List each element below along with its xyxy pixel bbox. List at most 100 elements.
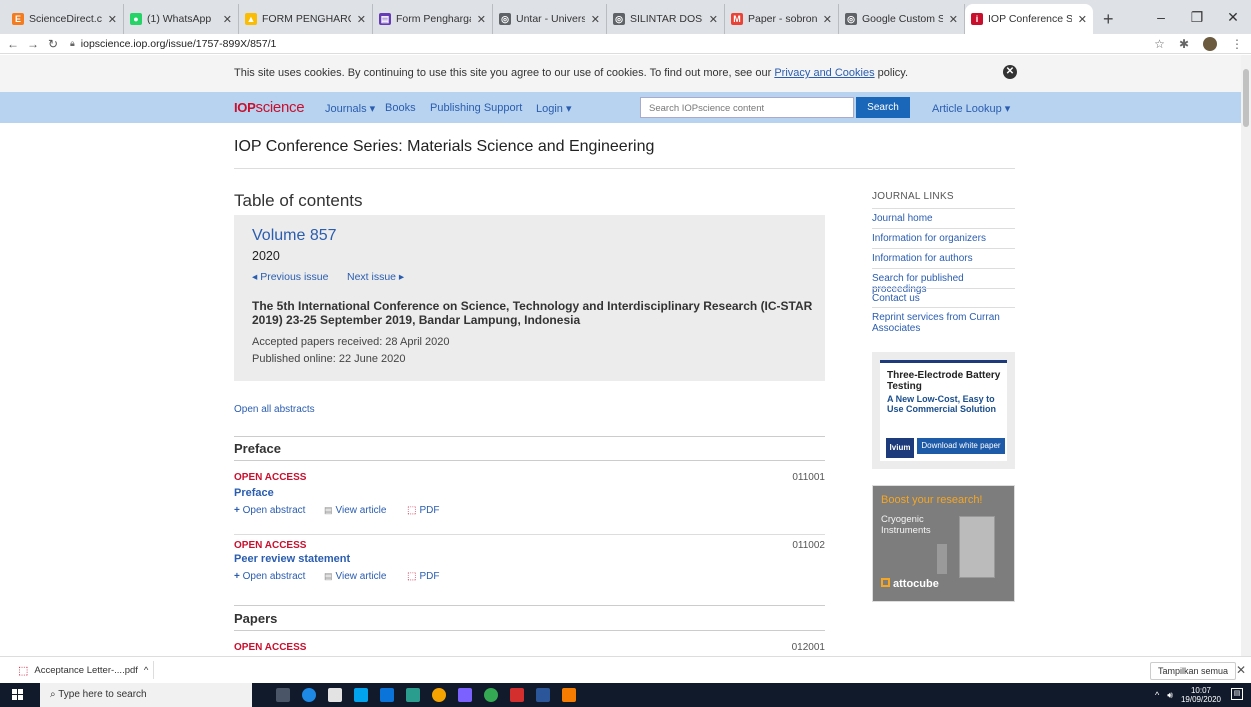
browser-tab[interactable]: ● (1) WhatsApp ✕ bbox=[124, 4, 239, 34]
teams-icon[interactable] bbox=[458, 688, 472, 702]
page-scrollbar[interactable] bbox=[1241, 55, 1251, 656]
view-article-link[interactable]: ▤ View article bbox=[324, 505, 407, 516]
sidebar-link-reprint[interactable]: Reprint services from Curran Associates bbox=[872, 307, 1015, 334]
browser-tab-strip: EScienceDirect.com | Sci✕●(1) WhatsApp✕▲… bbox=[0, 0, 1251, 34]
search-button[interactable]: Search bbox=[856, 97, 910, 118]
article-title[interactable]: Peer review statement bbox=[234, 553, 350, 565]
system-tray: ^ 🔊︎ 10:07 19/09/2020 bbox=[1155, 686, 1221, 704]
search-input[interactable]: Search IOPscience content bbox=[640, 97, 854, 118]
url-text: iopscience.iop.org/issue/1757-899X/857/1 bbox=[80, 37, 277, 50]
notification-icon[interactable]: ▤ bbox=[1231, 688, 1243, 700]
tab-close-icon[interactable]: ✕ bbox=[823, 13, 832, 26]
tab-close-icon[interactable]: ✕ bbox=[709, 13, 718, 26]
app-icon[interactable] bbox=[406, 688, 420, 702]
volume-icon[interactable]: 🔊︎ bbox=[1167, 690, 1173, 701]
tab-close-icon[interactable]: ✕ bbox=[108, 13, 117, 26]
browser-tab[interactable]: ◎ Google Custom Search ✕ bbox=[839, 4, 965, 34]
minimize-button[interactable]: – bbox=[1143, 9, 1179, 25]
edge-icon[interactable] bbox=[302, 688, 316, 702]
store-icon[interactable] bbox=[328, 688, 342, 702]
acrobat-icon[interactable] bbox=[510, 688, 524, 702]
reload-icon[interactable]: ↻ bbox=[46, 37, 60, 51]
clock-time: 10:07 bbox=[1190, 686, 1211, 695]
tab-close-icon[interactable]: ✕ bbox=[1078, 13, 1087, 26]
url-field[interactable]: 🔒︎ iopscience.iop.org/issue/1757-899X/85… bbox=[70, 38, 276, 50]
cookie-close-icon[interactable]: ✕ bbox=[1003, 65, 1017, 79]
iopscience-logo[interactable]: IOPscience bbox=[234, 99, 305, 116]
taskbar-search-input[interactable]: ⌕ Type here to search bbox=[40, 683, 252, 707]
browser-tab[interactable]: E ScienceDirect.com | Sci ✕ bbox=[6, 4, 124, 34]
mail-icon[interactable] bbox=[380, 688, 394, 702]
app-icon[interactable] bbox=[432, 688, 446, 702]
show-all-downloads-button[interactable]: Tampilkan semua bbox=[1150, 662, 1237, 680]
download-item[interactable]: ⬚ Acceptance Letter-....pdf ^ bbox=[18, 664, 148, 677]
volume-year: 2020 bbox=[252, 249, 280, 263]
tab-close-icon[interactable]: ✕ bbox=[477, 13, 486, 26]
open-abstract-link[interactable]: + Open abstract bbox=[234, 505, 324, 516]
chrome-icon[interactable] bbox=[484, 688, 498, 702]
browser-tab[interactable]: ▲ FORM PENGHARGAAN ✕ bbox=[239, 4, 373, 34]
sidebar-link-organizers[interactable]: Information for organizers bbox=[872, 228, 1015, 244]
publishing-support-link[interactable]: Publishing Support bbox=[430, 102, 522, 114]
scrollbar-thumb[interactable] bbox=[1243, 69, 1249, 127]
browser-tab[interactable]: ▤ Form Penghargaan Bid ✕ bbox=[373, 4, 493, 34]
sidebar-link-journal-home[interactable]: Journal home bbox=[872, 208, 1015, 224]
close-downloads-icon[interactable]: ✕ bbox=[1236, 663, 1246, 677]
word-icon[interactable] bbox=[536, 688, 550, 702]
tab-label: Google Custom Search bbox=[862, 13, 943, 25]
bookmark-star-icon[interactable]: ☆ bbox=[1154, 37, 1165, 51]
windows-taskbar: ⌕ Type here to search ^ 🔊︎ 10:07 19/09/2… bbox=[0, 683, 1251, 707]
profile-avatar[interactable] bbox=[1203, 37, 1217, 51]
download-white-paper-button[interactable]: Download white paper bbox=[917, 438, 1005, 454]
view-article-link[interactable]: ▤ View article bbox=[324, 571, 407, 582]
previous-issue-link[interactable]: ◂ Previous issue bbox=[252, 271, 328, 283]
browser-tab[interactable]: ◎ SILINTAR DOSEN ✕ bbox=[607, 4, 725, 34]
login-menu[interactable]: Login ▾ bbox=[536, 102, 572, 115]
pdf-link[interactable]: ⬚ PDF bbox=[407, 571, 439, 582]
journals-menu[interactable]: Journals ▾ bbox=[325, 102, 375, 115]
privacy-cookies-link[interactable]: Privacy and Cookies bbox=[774, 67, 874, 79]
volume-title[interactable]: Volume 857 bbox=[252, 227, 337, 245]
clock[interactable]: 10:07 19/09/2020 bbox=[1181, 686, 1221, 704]
tab-close-icon[interactable]: ✕ bbox=[357, 13, 366, 26]
tab-close-icon[interactable]: ✕ bbox=[591, 13, 600, 26]
app-l-icon[interactable] bbox=[354, 688, 368, 702]
close-window-button[interactable]: ✕ bbox=[1215, 9, 1251, 26]
instrument-image bbox=[959, 516, 995, 578]
section-divider bbox=[234, 605, 825, 606]
sidebar-link-authors[interactable]: Information for authors bbox=[872, 248, 1015, 264]
article-title[interactable]: Preface bbox=[234, 487, 274, 499]
article-lookup-menu[interactable]: Article Lookup ▾ bbox=[932, 102, 1010, 115]
browser-tab[interactable]: ◎ Untar - Universitas Taru ✕ bbox=[493, 4, 607, 34]
forward-icon[interactable]: → bbox=[26, 37, 40, 51]
ad-battery-testing[interactable]: Three-Electrode Battery Testing A New Lo… bbox=[872, 352, 1015, 469]
instrument-part-image bbox=[937, 544, 947, 574]
open-all-abstracts-link[interactable]: Open all abstracts bbox=[234, 404, 315, 415]
app-icon[interactable] bbox=[562, 688, 576, 702]
sidebar-link-contact[interactable]: Contact us bbox=[872, 288, 1015, 304]
back-icon[interactable]: ← bbox=[6, 37, 20, 51]
open-abstract-link[interactable]: + Open abstract bbox=[234, 571, 324, 582]
article-code: 012001 bbox=[791, 642, 825, 653]
browser-tab[interactable]: M Paper - sobronl@ft.unt ✕ bbox=[725, 4, 839, 34]
tab-label: SILINTAR DOSEN bbox=[630, 13, 703, 25]
next-issue-link[interactable]: Next issue ▸ bbox=[347, 271, 404, 283]
journal-title[interactable]: IOP Conference Series: Materials Science… bbox=[234, 138, 654, 156]
extensions-icon[interactable]: ✱ bbox=[1179, 37, 1189, 51]
chevron-up-icon[interactable]: ^ bbox=[1155, 690, 1159, 700]
chevron-up-icon[interactable]: ^ bbox=[144, 665, 148, 676]
maximize-button[interactable]: ❐ bbox=[1179, 9, 1215, 26]
ad-attocube[interactable]: Boost your research! Cryogenic Instrumen… bbox=[872, 485, 1015, 602]
window-controls: – ❐ ✕ bbox=[1143, 0, 1251, 34]
new-tab-button[interactable]: + bbox=[1093, 4, 1124, 34]
tab-close-icon[interactable]: ✕ bbox=[223, 13, 232, 26]
browser-tab[interactable]: i IOP Conference Series ✕ bbox=[965, 4, 1093, 34]
task-view-icon[interactable] bbox=[276, 688, 290, 702]
books-link[interactable]: Books bbox=[385, 102, 416, 114]
open-access-badge: OPEN ACCESS bbox=[234, 642, 307, 653]
windows-start-icon[interactable] bbox=[12, 689, 24, 701]
tab-close-icon[interactable]: ✕ bbox=[949, 13, 958, 26]
tab-favicon-icon: E bbox=[12, 13, 24, 25]
menu-icon[interactable]: ⋮ bbox=[1231, 37, 1243, 51]
pdf-link[interactable]: ⬚ PDF bbox=[407, 505, 439, 516]
